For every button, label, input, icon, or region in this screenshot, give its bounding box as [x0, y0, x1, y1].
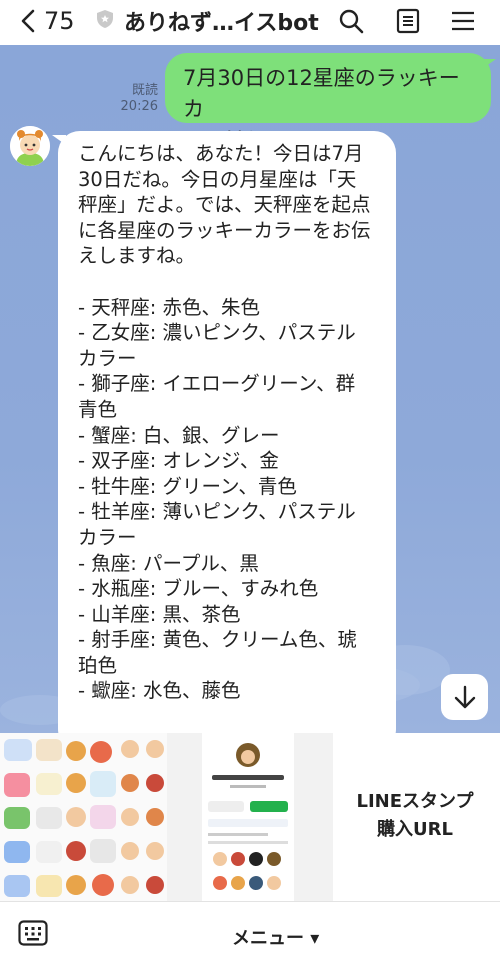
- rich-menu[interactable]: LINEスタンプ 購入URL: [0, 733, 500, 901]
- message-text-line: 30日だね。今日の月星座は「天: [78, 167, 357, 191]
- message-text-line: に各星座のラッキーカラーをお伝: [78, 218, 371, 242]
- menu-label: メニュー ▾: [232, 928, 320, 949]
- menu-toggle-button[interactable]: メニュー ▾: [232, 924, 319, 950]
- outgoing-message-bubble[interactable]: 7月30日の12星座のラッキーカ ラーは？: [165, 53, 491, 152]
- incoming-message-bubble[interactable]: こんにちは、あなた！今日は7月 30日だね。今日の月星座は「天 秤座」だよ。では…: [58, 131, 396, 733]
- message-text-line: - 獅子座: イエローグリーン、群: [78, 372, 356, 396]
- sticker-collage-image[interactable]: [0, 733, 168, 901]
- scroll-to-bottom-button[interactable]: [441, 674, 488, 720]
- bottom-bar: メニュー ▾: [0, 901, 500, 976]
- arrow-down-icon: [454, 685, 475, 709]
- message-text-line: - 魚座: パープル、黒: [78, 551, 259, 575]
- sticker-shop-card: [202, 733, 294, 901]
- unread-count: 75: [44, 7, 75, 35]
- message-meta: 既読 20:26: [121, 83, 158, 115]
- header-bar: 75 ありねず…イスbot: [0, 0, 500, 45]
- back-button[interactable]: 75: [18, 6, 75, 36]
- message-text-line: - 牡牛座: グリーン、青色: [78, 474, 297, 498]
- message-text-line: - 双子座: オレンジ、金: [78, 449, 279, 473]
- notes-icon: [396, 8, 420, 34]
- menu-button[interactable]: [448, 6, 478, 36]
- message-text-line: - 天秤座: 赤色、朱色: [78, 295, 261, 319]
- message-text-line: こんにちは、あなた！今日は7月: [78, 142, 364, 165]
- message-text-line: - 射手座: 黄色、クリーム色、琥: [78, 628, 357, 652]
- menu-icon: [452, 11, 474, 31]
- chat-title: ありねず…イスbot: [124, 11, 319, 36]
- message-text-line: カラー: [78, 525, 137, 549]
- sticker-purchase-link[interactable]: LINEスタンプ 購入URL: [340, 788, 490, 844]
- message-text-line: 7月30日の12星座のラッキーカ: [183, 66, 460, 121]
- shield-icon: [94, 8, 116, 34]
- keyboard-toggle-button[interactable]: [18, 920, 48, 946]
- chevron-left-icon: [21, 9, 35, 33]
- chat-area[interactable]: 既読 20:26 7月30日の12星座のラッキーカ ラーは？ こんにちは、あなた…: [0, 45, 500, 733]
- message-text-line: - 水瓶座: ブルー、すみれ色: [78, 577, 319, 601]
- rich-menu-label-line: 購入URL: [377, 819, 453, 840]
- message-text-line: - 山羊座: 黒、茶色: [78, 602, 241, 626]
- sticker-grid: [0, 733, 168, 901]
- search-icon: [339, 9, 364, 34]
- chat-title-area[interactable]: ありねず…イスbot: [94, 6, 319, 36]
- message-text-line: - 乙女座: 濃いピンク、パステル: [78, 321, 356, 345]
- sticker-shop-preview[interactable]: [167, 733, 333, 901]
- bot-avatar-image: [10, 126, 50, 166]
- message-text-line: - 牡羊座: 薄いピンク、パステル: [78, 500, 356, 524]
- message-text-line: 青色: [78, 397, 118, 421]
- message-text-line: 珀色: [78, 653, 118, 677]
- search-button[interactable]: [336, 6, 366, 36]
- notes-button[interactable]: [393, 6, 423, 36]
- message-text-line: - 蟹座: 白、銀、グレー: [78, 423, 280, 447]
- rich-menu-label-line: LINEスタンプ: [356, 791, 474, 812]
- message-text-line: - 蠍座: 水色、藤色: [78, 679, 241, 703]
- message-text-line: カラー: [78, 346, 137, 370]
- sticker-shop-illustration: [208, 743, 288, 890]
- read-receipt: 既読: [131, 83, 158, 98]
- keyboard-icon: [18, 920, 48, 946]
- message-text-line: 秤座」だよ。では、天秤座を起点: [78, 193, 371, 217]
- message-text-line: えしますね。: [78, 244, 196, 268]
- bot-avatar[interactable]: [10, 126, 50, 166]
- message-time: 20:26: [120, 99, 158, 114]
